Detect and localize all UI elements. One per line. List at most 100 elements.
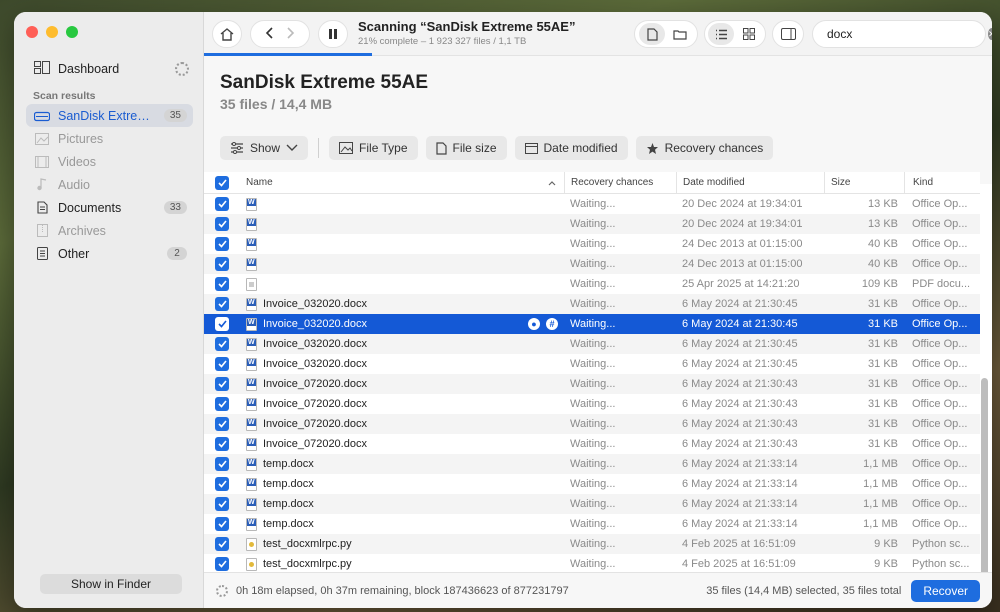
row-checkbox[interactable] [215,537,229,551]
row-checkbox[interactable] [215,557,229,571]
table-row[interactable]: Waiting... 20 Dec 2024 at 19:34:01 13 KB Of… [204,194,980,214]
file-size-filter-label: File size [452,141,497,155]
show-in-finder-button[interactable]: Show in Finder [40,574,182,594]
recover-button[interactable]: Recover [911,579,980,602]
sidebar-item-sandisk-extreme-5[interactable]: SanDisk Extreme 5... 35 [26,104,193,127]
dashboard-icon [34,61,50,77]
recovery-status: Waiting... [570,358,616,370]
sidebar-item-documents[interactable]: Documents 33 [26,196,193,219]
show-filter-label: Show [250,141,281,155]
table-row[interactable]: Waiting... 24 Dec 2013 at 01:15:00 40 KB Of… [204,234,980,254]
column-header-kind[interactable]: Kind [904,172,980,193]
row-checkbox[interactable] [215,397,229,411]
row-checkbox[interactable] [215,337,229,351]
file-kind: Office Op... [912,198,968,210]
file-size: 31 KB [868,418,898,430]
file-type-filter-button[interactable]: File Type [329,136,418,160]
row-checkbox[interactable] [215,217,229,231]
status-right: 35 files (14,4 MB) selected, 35 files to… [706,579,980,602]
table-row[interactable]: Invoice_072020.docx Waiting... 6 May 2024 … [204,414,980,434]
sidebar-item-audio[interactable]: Audio [26,173,193,196]
select-all-checkbox[interactable] [215,175,229,190]
row-checkbox[interactable] [215,417,229,431]
recovery-status: Waiting... [570,498,616,510]
table-row[interactable]: temp.docx Waiting... 6 May 2024 at 21:33:1… [204,514,980,534]
file-view-button[interactable] [639,23,665,45]
table-row[interactable]: Invoice_072020.docx Waiting... 6 May 2024 … [204,374,980,394]
row-checkbox[interactable] [215,277,229,291]
image-icon [339,142,354,154]
sidebar-item-other[interactable]: Other 2 [26,242,193,265]
row-checkbox[interactable] [215,317,229,331]
hash-info-icon[interactable]: # [546,318,558,330]
table-row[interactable]: Invoice_072020.docx Waiting... 6 May 2024 … [204,394,980,414]
table-row[interactable]: test_docxmlrpc.py Waiting... 4 Feb 2025 at… [204,534,980,554]
column-header-name[interactable]: Name [240,172,564,193]
zoom-window-button[interactable] [66,26,78,38]
search-field[interactable]: ✕ [812,20,992,48]
table-row[interactable]: test_docxmlrpc.py Waiting... 4 Feb 2025 at… [204,554,980,572]
table-row[interactable]: Waiting... 20 Dec 2024 at 19:34:01 13 KB Of… [204,214,980,234]
row-checkbox[interactable] [215,297,229,311]
row-checkbox[interactable] [215,377,229,391]
column-header-name-label: Name [246,177,273,188]
list-view-button[interactable] [708,23,734,45]
picture-icon [34,132,50,146]
search-input[interactable] [827,27,982,41]
row-checkbox[interactable] [215,457,229,471]
table-row[interactable]: Invoice_032020.docx Waiting... 6 May 2024 … [204,354,980,374]
table-row[interactable]: Waiting... 24 Dec 2013 at 01:15:00 40 KB Of… [204,254,980,274]
row-checkbox[interactable] [215,257,229,271]
show-filter-button[interactable]: Show [220,136,309,160]
row-checkbox[interactable] [215,197,229,211]
row-checkbox[interactable] [215,517,229,531]
sidebar-item-pictures[interactable]: Pictures [26,127,193,150]
row-checkbox[interactable] [215,357,229,371]
column-header-size[interactable]: Size [824,172,904,193]
page-title: SanDisk Extreme 55AE [220,72,429,93]
file-name-cell: Invoice_032020.docx [240,334,564,354]
folder-view-button[interactable] [667,29,693,40]
table-row[interactable]: Waiting... 25 Apr 2025 at 14:21:20 109 KB P… [204,274,980,294]
forward-button[interactable] [281,26,301,42]
date-modified: 24 Dec 2013 at 01:15:00 [682,258,803,270]
recovery-chances-filter-button[interactable]: Recovery chances [635,136,774,160]
file-size: 1,1 MB [863,458,898,470]
preview-panel-button[interactable] [772,20,804,48]
table-row[interactable]: temp.docx Waiting... 6 May 2024 at 21:33:1… [204,494,980,514]
file-name-cell [240,194,564,214]
date-modified: 6 May 2024 at 21:33:14 [682,478,798,490]
table-row[interactable]: Invoice_032020.docx●#Waiting...6 May 202… [204,314,980,334]
row-checkbox-cell [204,554,240,572]
row-checkbox[interactable] [215,437,229,451]
column-header-date[interactable]: Date modified [676,172,824,193]
sidebar-item-videos[interactable]: Videos [26,150,193,173]
clear-search-icon[interactable]: ✕ [988,28,992,40]
table-scrollbar[interactable] [981,378,988,582]
table-row[interactable]: Invoice_032020.docx Waiting... 6 May 2024 … [204,294,980,314]
row-checkbox-cell [204,194,240,214]
date-modified-filter-button[interactable]: Date modified [514,136,628,160]
row-checkbox[interactable] [215,237,229,251]
checkmark-icon [217,480,227,488]
sidebar-panel-icon [780,28,796,40]
grid-view-button[interactable] [736,28,762,40]
home-button[interactable] [212,20,242,48]
file-kind: Office Op... [912,298,968,310]
sidebar-item-dashboard[interactable]: Dashboard [34,58,189,80]
row-checkbox[interactable] [215,497,229,511]
row-checkbox[interactable] [215,477,229,491]
table-row[interactable]: temp.docx Waiting... 6 May 2024 at 21:33:1… [204,454,980,474]
preview-eye-icon[interactable]: ● [528,318,540,330]
column-header-recovery[interactable]: Recovery chances [564,172,676,193]
close-window-button[interactable] [26,26,38,38]
sidebar-item-archives[interactable]: Archives [26,219,193,242]
pause-scan-button[interactable] [318,20,348,48]
minimize-window-button[interactable] [46,26,58,38]
file-name-cell [240,234,564,254]
file-size-filter-button[interactable]: File size [425,136,507,160]
table-row[interactable]: Invoice_032020.docx Waiting... 6 May 2024 … [204,334,980,354]
back-button[interactable] [259,26,279,42]
table-row[interactable]: Invoice_072020.docx Waiting... 6 May 2024 … [204,434,980,454]
table-row[interactable]: temp.docx Waiting... 6 May 2024 at 21:33:1… [204,474,980,494]
